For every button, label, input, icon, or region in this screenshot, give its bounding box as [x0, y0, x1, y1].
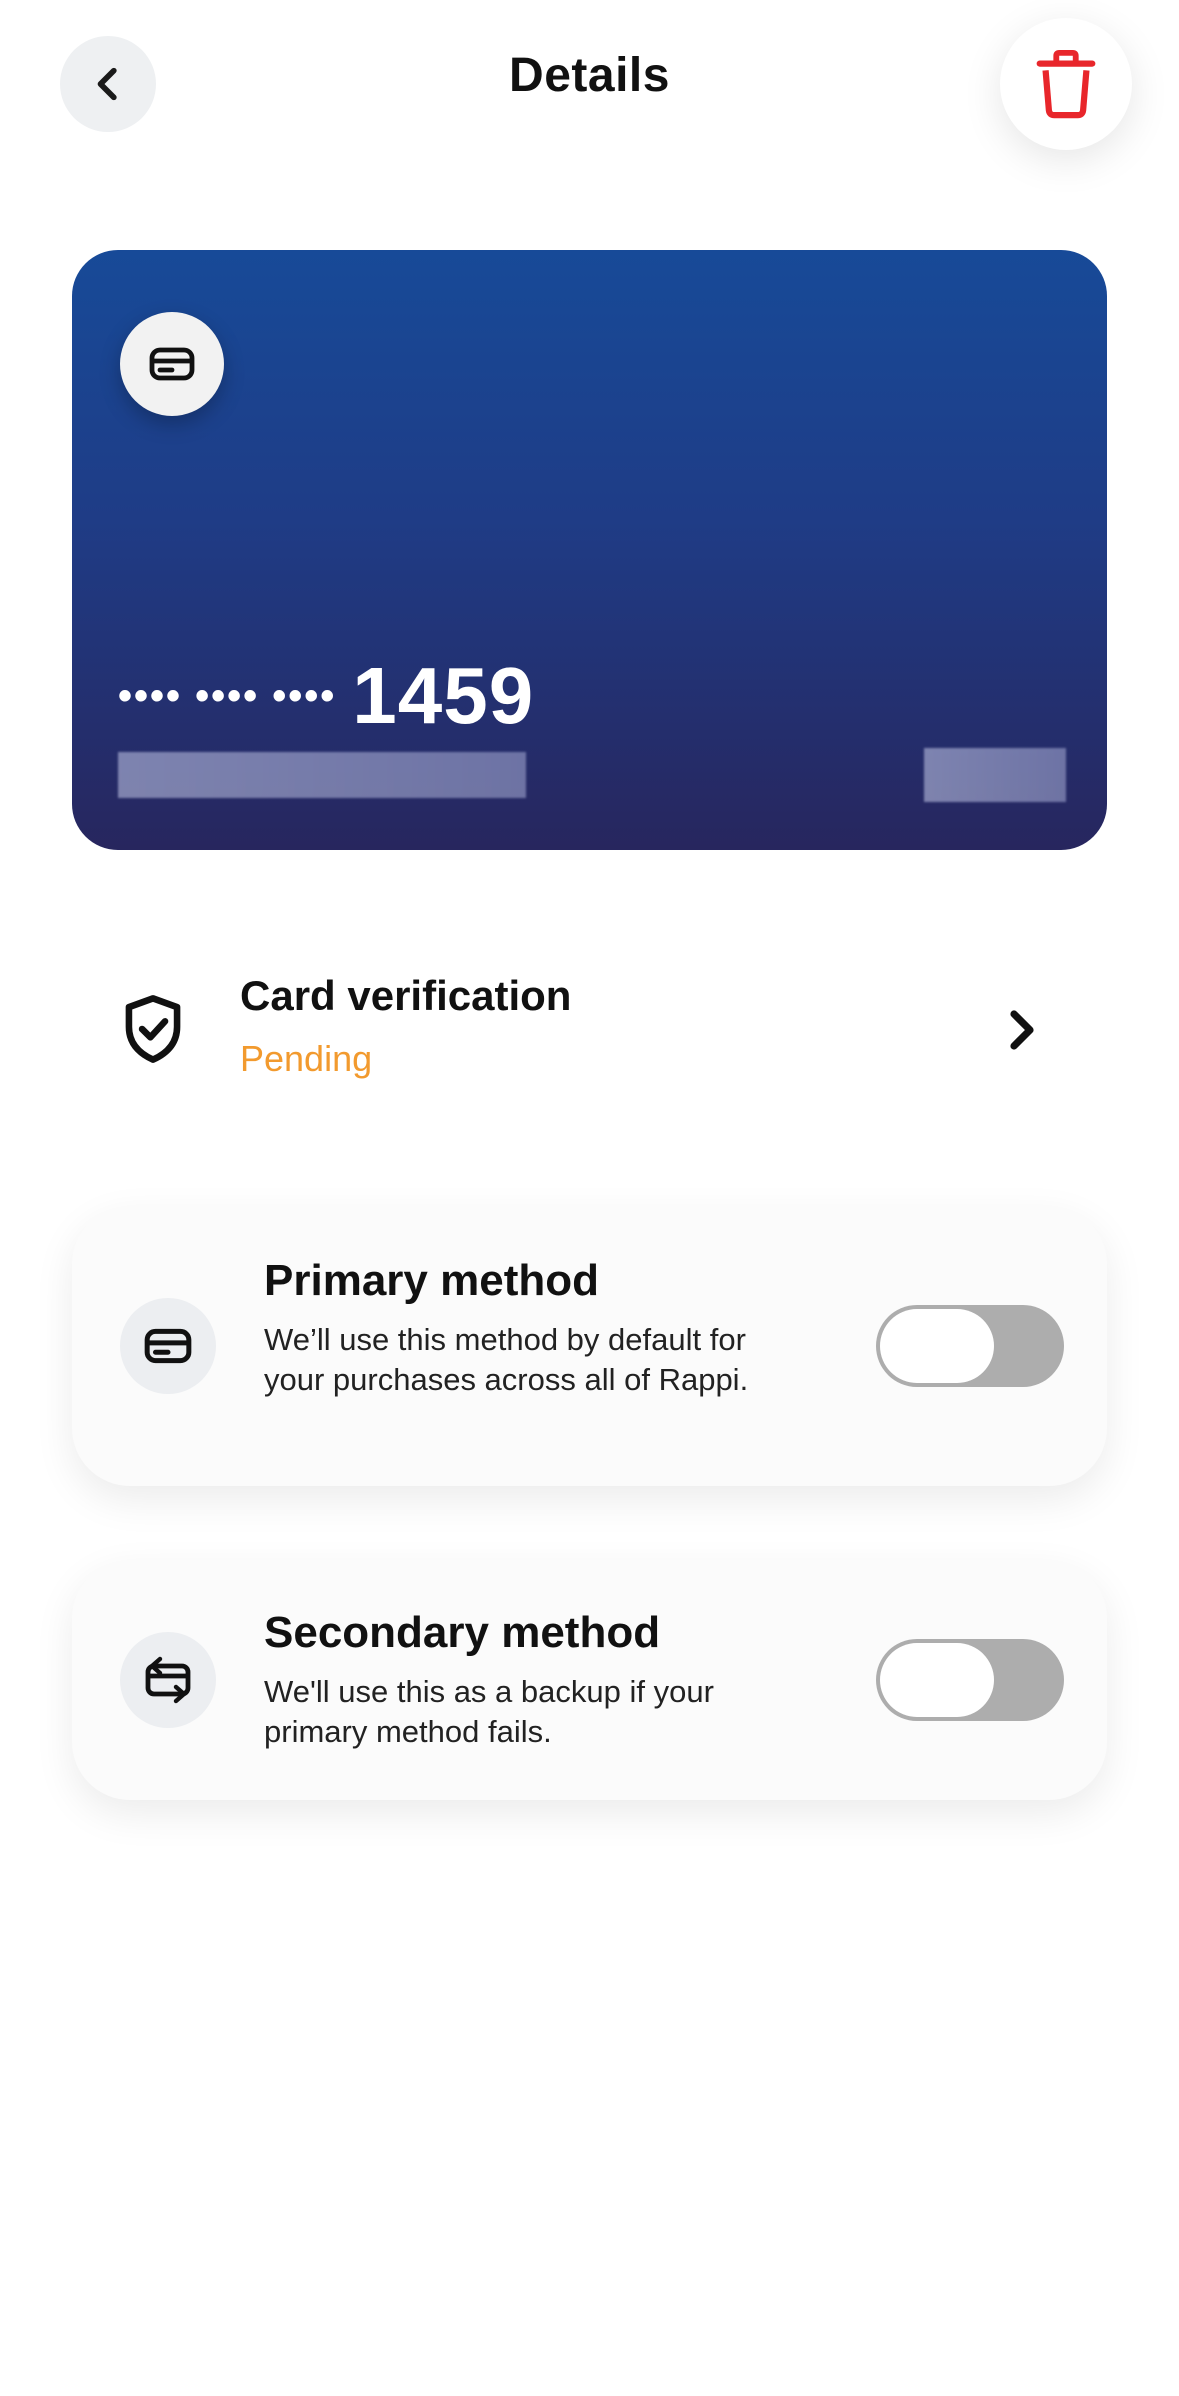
- card-swap-icon: [145, 1656, 191, 1704]
- shield-check-icon: [125, 995, 181, 1063]
- primary-method-card: Primary method We’ll use this method by …: [72, 1206, 1107, 1486]
- card-last-four: 1459: [352, 651, 535, 740]
- card-number: •••• •••• •••• 1459: [118, 650, 534, 742]
- toggle-knob: [880, 1643, 994, 1717]
- delete-card-button[interactable]: [1000, 18, 1132, 150]
- trash-icon: [1036, 49, 1096, 119]
- card-type-badge: [120, 312, 224, 416]
- credit-card-icon: [144, 1328, 192, 1364]
- chevron-right-icon: [1010, 1010, 1034, 1050]
- primary-method-icon-badge: [120, 1298, 216, 1394]
- secondary-method-toggle[interactable]: [876, 1639, 1064, 1721]
- details-screen: Details •••• •••• •••• 1459 Card verific…: [0, 0, 1179, 2396]
- card-verification-row[interactable]: Card verification Pending: [72, 950, 1107, 1110]
- card-expiry-redacted: [924, 748, 1066, 802]
- secondary-method-card: Secondary method We'll use this as a bac…: [72, 1560, 1107, 1800]
- primary-method-description: We’ll use this method by default for you…: [264, 1322, 749, 1397]
- secondary-method-title: Secondary method: [264, 1608, 661, 1657]
- credit-card-icon: [149, 347, 195, 381]
- primary-method-toggle[interactable]: [876, 1305, 1064, 1387]
- verification-status: Pending: [240, 1038, 373, 1079]
- card-masked-digits: •••• •••• ••••: [118, 673, 337, 718]
- secondary-method-icon-badge: [120, 1632, 216, 1728]
- secondary-method-description: We'll use this as a backup if your prima…: [264, 1674, 714, 1749]
- primary-method-title: Primary method: [264, 1256, 599, 1305]
- card-holder-redacted: [118, 752, 526, 798]
- toggle-knob: [880, 1309, 994, 1383]
- verification-title: Card verification: [240, 972, 572, 1019]
- payment-card: •••• •••• •••• 1459: [72, 250, 1107, 850]
